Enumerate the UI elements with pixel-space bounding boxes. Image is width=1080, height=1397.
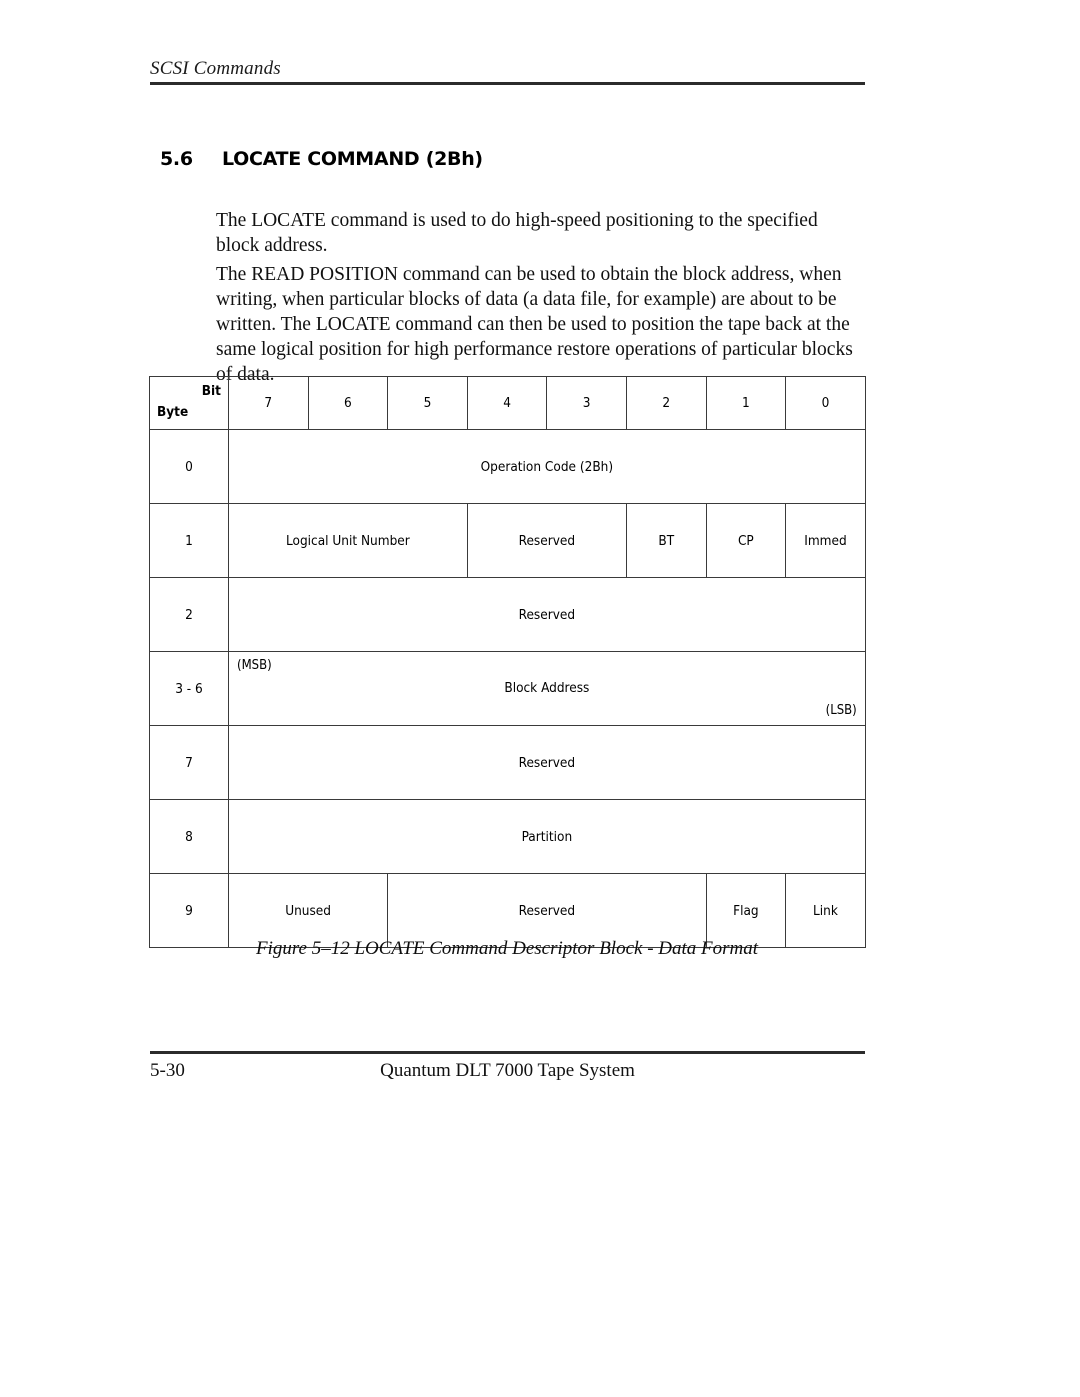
bit-header-2: 2 <box>625 376 707 430</box>
field-cell: Unused <box>227 873 389 948</box>
field-cell: Logical Unit Number <box>228 503 468 578</box>
table-row: 2 Reserved <box>149 577 866 652</box>
byte-index-cell: 2 <box>149 577 229 652</box>
cdb-table-body: Bit Byte 7 6 5 4 3 2 1 0 0 Operation Code (2Bh) 1 Log… <box>149 376 866 948</box>
table-row: 7 Reserved <box>149 725 866 800</box>
footer-book-title: Quantum DLT 7000 Tape System <box>380 1060 635 1081</box>
field-cell: CP <box>705 503 787 578</box>
field-cell: Flag <box>705 873 787 948</box>
field-cell: Link <box>785 873 866 948</box>
bit-header-1: 1 <box>705 376 787 430</box>
bit-header-3: 3 <box>546 376 627 430</box>
field-label: Block Address <box>504 680 590 696</box>
cdb-data-format-table: Bit Byte 7 6 5 4 3 2 1 0 0 Operation Code (2Bh) 1 Log… <box>149 376 866 948</box>
table-row: 9 Unused Reserved Flag Link <box>149 873 866 948</box>
table-row: 0 Operation Code (2Bh) <box>149 429 866 504</box>
bit-header-6: 6 <box>307 376 389 430</box>
byte-index-cell: 0 <box>149 429 229 504</box>
field-cell: BT <box>625 503 707 578</box>
section-heading: 5.6 LOCATE COMMAND (2Bh) <box>160 148 880 170</box>
field-cell: Operation Code (2Bh) <box>228 429 866 504</box>
table-row: 1 Logical Unit Number Reserved BT CP Immed <box>149 503 866 578</box>
table-corner-cell: Bit Byte <box>149 376 229 430</box>
footer-rule <box>150 1051 865 1054</box>
bit-header-5: 5 <box>387 376 468 430</box>
field-cell: Reserved <box>466 503 627 578</box>
byte-axis-label: Byte <box>157 404 189 420</box>
lsb-marker: (LSB) <box>825 703 857 718</box>
page-footer: 5-30 Quantum DLT 7000 Tape System <box>150 1060 865 1086</box>
document-page: SCSI Commands 5.6 LOCATE COMMAND (2Bh) Th… <box>0 0 1080 1397</box>
header-rule <box>150 82 865 85</box>
field-cell: (MSB) Block Address (LSB) <box>228 651 866 726</box>
running-header: SCSI Commands <box>150 58 865 80</box>
body-paragraph-2: The READ POSITION command can be used to… <box>216 263 853 386</box>
byte-index-cell: 3 - 6 <box>149 651 229 726</box>
running-header-title: SCSI Commands <box>150 58 281 79</box>
field-cell: Partition <box>228 799 866 874</box>
field-cell: Reserved <box>228 577 866 652</box>
bit-header-4: 4 <box>466 376 548 430</box>
table-row: 3 - 6 (MSB) Block Address (LSB) <box>149 651 866 726</box>
table-header-row: Bit Byte 7 6 5 4 3 2 1 0 <box>149 376 866 430</box>
byte-index-cell: 8 <box>149 799 229 874</box>
byte-index-cell: 1 <box>149 503 229 578</box>
bit-header-7: 7 <box>228 376 309 430</box>
field-cell: Reserved <box>228 725 866 800</box>
body-paragraph-1: The LOCATE command is used to do high-sp… <box>216 209 818 256</box>
table-row: 8 Partition <box>149 799 866 874</box>
bit-axis-label: Bit <box>201 383 221 399</box>
bit-header-0: 0 <box>785 376 866 430</box>
figure-caption: Figure 5–12 LOCATE Command Descriptor Bl… <box>255 938 759 959</box>
section-title: LOCATE COMMAND (2Bh) <box>222 148 483 170</box>
field-cell: Reserved <box>387 873 707 948</box>
byte-index-cell: 9 <box>149 873 229 948</box>
msb-marker: (MSB) <box>237 658 272 673</box>
section-number: 5.6 <box>160 148 193 170</box>
byte-index-cell: 7 <box>149 725 229 800</box>
field-cell: Immed <box>785 503 866 578</box>
